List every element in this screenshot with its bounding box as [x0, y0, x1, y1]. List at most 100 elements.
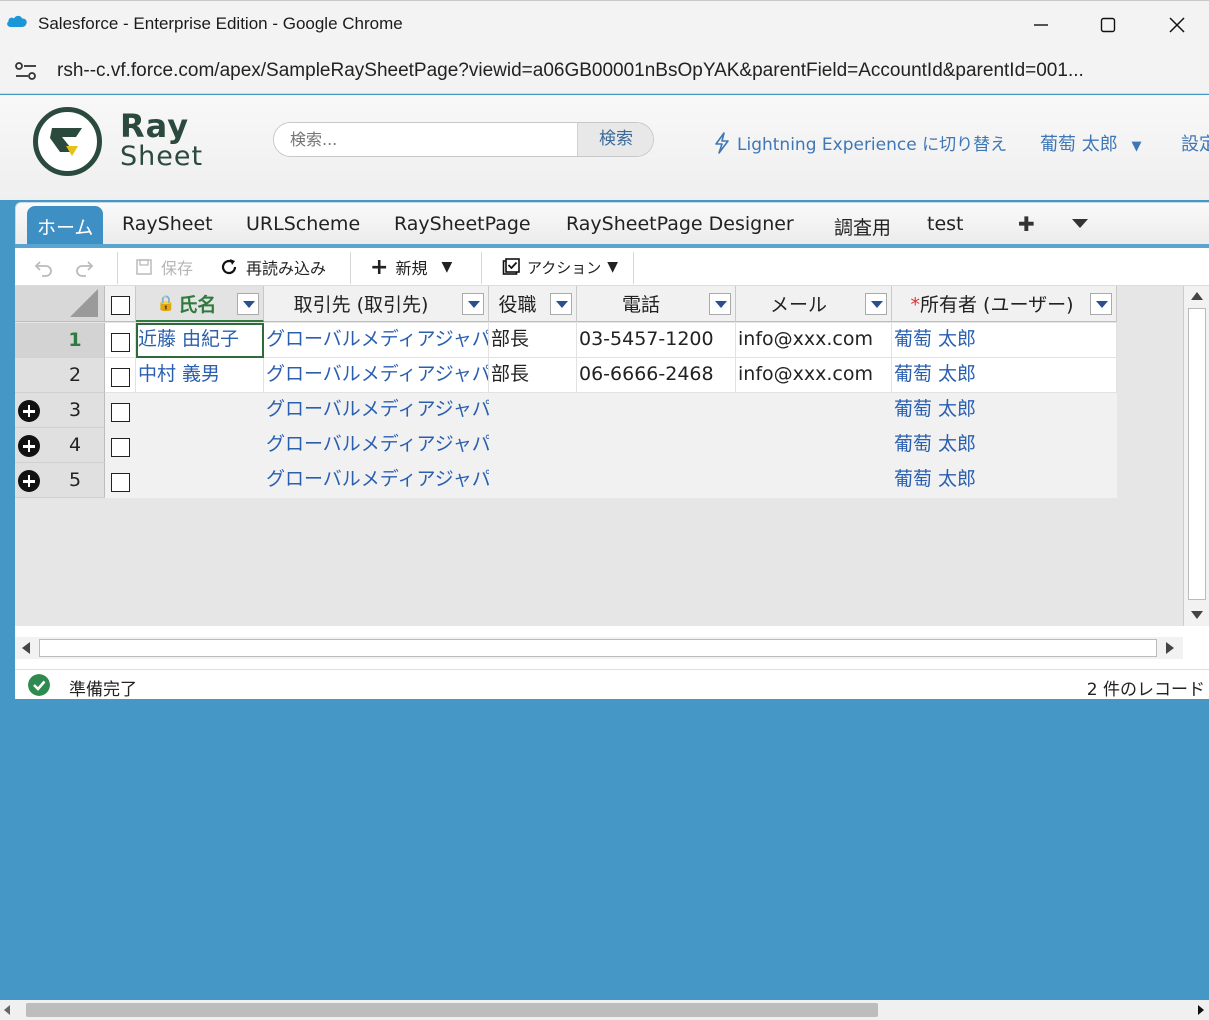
settings-link[interactable]: 設定: [1181, 130, 1209, 156]
row-checkbox-cell: [105, 323, 136, 358]
tab-test[interactable]: test: [927, 213, 964, 235]
new-button[interactable]: + 新規 ▼: [370, 248, 452, 286]
add-row-icon[interactable]: [18, 435, 40, 457]
redo-button[interactable]: [73, 248, 95, 286]
column-header-phone[interactable]: 電話: [577, 286, 736, 322]
row-checkbox[interactable]: [111, 403, 130, 422]
cell-owner[interactable]: 葡萄 太郎: [892, 463, 1117, 498]
scroll-up-icon[interactable]: [1191, 292, 1203, 300]
tab-urlscheme[interactable]: URLScheme: [246, 213, 360, 235]
cell-account[interactable]: グローバルメディアジャパン: [264, 428, 489, 463]
grid-horizontal-scrollbar[interactable]: [15, 637, 1183, 659]
new-row-header[interactable]: 4: [15, 428, 105, 463]
cell-account[interactable]: グローバルメディアジャパン: [264, 463, 489, 498]
cell-title[interactable]: 部長: [489, 323, 577, 358]
more-tabs-icon[interactable]: [1072, 219, 1088, 228]
page-scroll-right-icon[interactable]: [1198, 1005, 1204, 1015]
address-bar[interactable]: rsh--c.vf.force.com/apex/SampleRaySheetP…: [0, 48, 1209, 94]
add-row-icon[interactable]: [18, 470, 40, 492]
horizontal-scroll-thumb[interactable]: [39, 639, 1157, 657]
row-checkbox[interactable]: [111, 333, 130, 352]
action-button[interactable]: アクション ▼: [502, 248, 618, 286]
vertical-scroll-thumb[interactable]: [1188, 308, 1206, 600]
toolbar-divider: [633, 252, 634, 284]
cell-name[interactable]: 近藤 由紀子: [136, 323, 264, 358]
search-box: 検索: [273, 122, 654, 157]
page-horizontal-scrollbar[interactable]: [0, 1000, 1209, 1020]
add-tab-icon[interactable]: ✚: [1018, 212, 1035, 236]
salesforce-cloud-icon: [7, 15, 27, 27]
row-header[interactable]: 1: [15, 323, 105, 358]
site-info-icon[interactable]: [14, 60, 38, 82]
save-button[interactable]: 保存: [135, 248, 193, 286]
new-row-header[interactable]: 5: [15, 463, 105, 498]
column-header-name-label: 氏名: [178, 293, 217, 316]
page-scroll-thumb[interactable]: [26, 1003, 878, 1017]
row-checkbox[interactable]: [111, 368, 130, 387]
grid-vertical-scrollbar[interactable]: [1183, 286, 1209, 626]
cell-name[interactable]: 中村 義男: [136, 358, 264, 393]
cell-phone[interactable]: 03-5457-1200: [577, 323, 736, 358]
maximize-button[interactable]: [1088, 9, 1128, 41]
new-row-header[interactable]: 3: [15, 393, 105, 428]
row-checkbox-cell: [105, 428, 136, 463]
cell-owner[interactable]: 葡萄 太郎: [892, 323, 1117, 358]
minimize-button[interactable]: [1021, 9, 1061, 41]
cell-account[interactable]: グローバルメディアジャパン: [264, 358, 489, 393]
column-header-owner[interactable]: *所有者 (ユーザー): [892, 286, 1117, 322]
column-header-email[interactable]: メール: [736, 286, 892, 322]
row-number: 2: [68, 364, 82, 386]
tab-raysheet[interactable]: RaySheet: [122, 213, 213, 235]
cell-owner[interactable]: 葡萄 太郎: [892, 428, 1117, 463]
cell-owner[interactable]: 葡萄 太郎: [892, 393, 1117, 428]
row-checkbox[interactable]: [111, 473, 130, 492]
tab-raysheetpage[interactable]: RaySheetPage: [394, 213, 531, 235]
cell-title[interactable]: 部長: [489, 358, 577, 393]
scroll-right-icon[interactable]: [1166, 642, 1174, 654]
search-button[interactable]: 検索: [577, 123, 653, 156]
column-filter-dropdown[interactable]: [237, 293, 259, 315]
column-filter-dropdown[interactable]: [462, 293, 484, 315]
column-header-title-label: 役職: [498, 294, 537, 316]
select-all-corner-icon[interactable]: [70, 289, 98, 317]
toolbar-divider: [117, 252, 118, 284]
cell-phone[interactable]: 06-6666-2468: [577, 358, 736, 393]
column-header-name[interactable]: 🔒 氏名: [136, 286, 264, 322]
minimize-icon: [1034, 24, 1048, 26]
scroll-left-icon[interactable]: [22, 642, 30, 654]
select-all-checkbox[interactable]: [111, 296, 130, 315]
add-row-icon[interactable]: [18, 400, 40, 422]
reload-button[interactable]: 再読み込み: [219, 248, 326, 286]
scroll-down-icon[interactable]: [1191, 611, 1203, 619]
check-circle-icon: [28, 674, 50, 696]
tab-raysheetpage-designer[interactable]: RaySheetPage Designer: [566, 213, 794, 235]
cell-email[interactable]: info@xxx.com: [736, 358, 892, 393]
cell-account[interactable]: グローバルメディアジャパン: [264, 323, 489, 358]
cell-owner[interactable]: 葡萄 太郎: [892, 358, 1117, 393]
checklist-icon: [502, 258, 520, 275]
lightning-switch-link[interactable]: Lightning Experience に切り替え: [713, 130, 1007, 155]
column-filter-dropdown[interactable]: [709, 293, 731, 315]
close-window-button[interactable]: [1157, 9, 1197, 41]
cell-email[interactable]: info@xxx.com: [736, 323, 892, 358]
undo-button[interactable]: [33, 248, 55, 286]
tab-home[interactable]: ホーム: [27, 206, 104, 245]
user-menu[interactable]: 葡萄 太郎 ▼: [1040, 130, 1141, 156]
logo-text-ray: Ray: [120, 107, 190, 145]
row-header[interactable]: 2: [15, 358, 105, 393]
search-input[interactable]: [274, 123, 577, 156]
raysheet-panel: 保存 再読み込み + 新規 ▼ アクション ▼ 🔒 氏名 取引先 (取引先) 役…: [15, 248, 1209, 700]
tab-investigation[interactable]: 調査用: [834, 213, 891, 240]
grid-toolbar: 保存 再読み込み + 新規 ▼ アクション ▼: [15, 248, 1209, 286]
column-filter-dropdown[interactable]: [865, 293, 887, 315]
column-filter-dropdown[interactable]: [1090, 293, 1112, 315]
page-scroll-left-icon[interactable]: [4, 1005, 10, 1015]
header-checkbox-cell: [105, 286, 136, 322]
row-number: 4: [68, 434, 82, 456]
cell-account[interactable]: グローバルメディアジャパン: [264, 393, 489, 428]
url-text[interactable]: rsh--c.vf.force.com/apex/SampleRaySheetP…: [57, 60, 1084, 82]
row-checkbox[interactable]: [111, 438, 130, 457]
column-filter-dropdown[interactable]: [550, 293, 572, 315]
column-header-account[interactable]: 取引先 (取引先): [264, 286, 489, 322]
column-header-title[interactable]: 役職: [489, 286, 577, 322]
